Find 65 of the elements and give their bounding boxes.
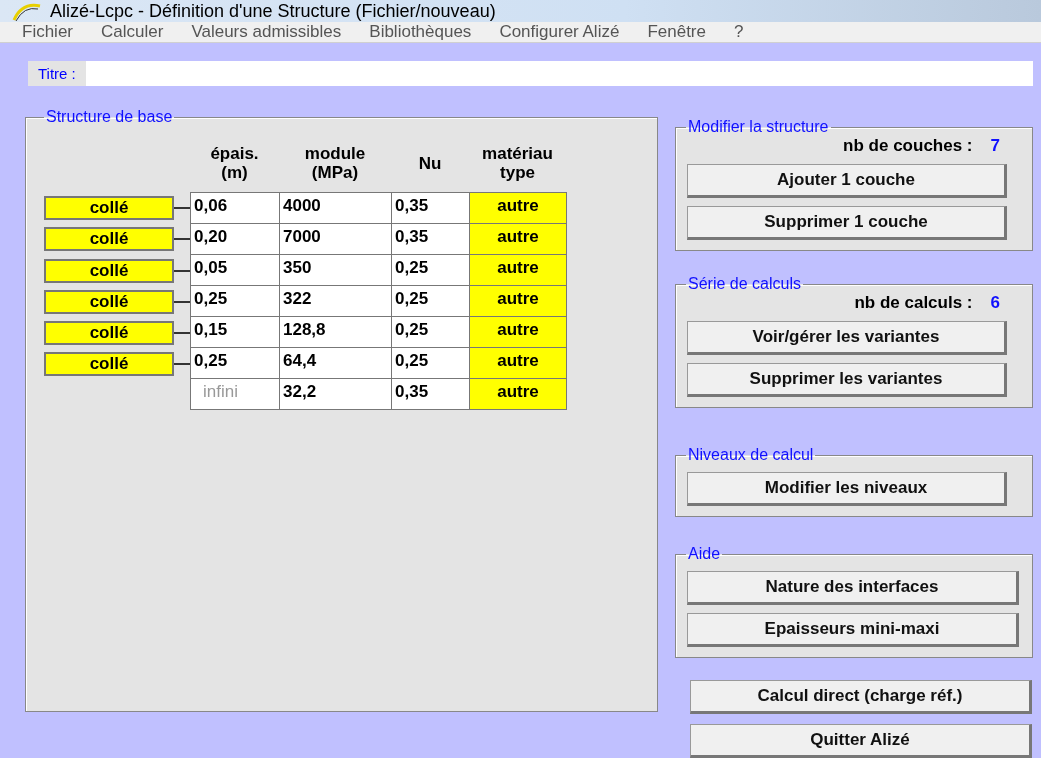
- material-button[interactable]: autre: [469, 192, 567, 224]
- thickness-cell[interactable]: 0,25: [190, 285, 280, 317]
- column-header: (MPa): [311, 163, 359, 182]
- column-header: module: [304, 144, 366, 163]
- action-button[interactable]: Voir/gérer les variantes: [687, 321, 1007, 355]
- action-button[interactable]: Modifier les niveaux: [687, 472, 1007, 506]
- nu-cell[interactable]: 0,35: [391, 223, 470, 255]
- panel-legend: Série de calculs: [686, 275, 803, 293]
- panel-legend: Niveaux de calcul: [686, 446, 816, 464]
- panel-legend: Aide: [686, 545, 723, 563]
- module-cell[interactable]: 322: [279, 285, 392, 317]
- action-button[interactable]: Ajouter 1 couche: [687, 164, 1007, 198]
- thickness-cell[interactable]: 0,06: [190, 192, 280, 224]
- action-button[interactable]: Supprimer 1 couche: [687, 206, 1007, 240]
- window-title: Alizé-Lcpc - Définition d'une Structure (Fichier/nouveau): [50, 0, 496, 22]
- menu-item[interactable]: Calculer: [101, 22, 164, 42]
- count-label: nb de calculs :: [854, 293, 973, 313]
- interface-button[interactable]: collé: [44, 258, 174, 283]
- module-cell[interactable]: 350: [279, 254, 392, 286]
- menu-item[interactable]: Fenêtre: [647, 22, 706, 42]
- material-button[interactable]: autre: [469, 285, 567, 317]
- module-cell[interactable]: 64,4: [279, 347, 392, 379]
- column-header: épais.: [210, 144, 259, 163]
- column-header: Nu: [418, 153, 442, 173]
- thickness-cell[interactable]: 0,25: [190, 347, 280, 379]
- nu-cell[interactable]: 0,25: [391, 347, 470, 379]
- title-label: Titre :: [28, 61, 86, 86]
- action-button[interactable]: Supprimer les variantes: [687, 363, 1007, 397]
- menu-item[interactable]: Valeurs admissibles: [191, 22, 342, 42]
- nu-cell[interactable]: 0,35: [391, 192, 470, 224]
- material-button[interactable]: autre: [469, 254, 567, 286]
- menu-item[interactable]: Fichier: [22, 22, 73, 42]
- module-cell[interactable]: 4000: [279, 192, 392, 224]
- panel-legend: Structure de base: [44, 108, 175, 126]
- action-button[interactable]: Nature des interfaces: [687, 571, 1019, 605]
- nu-cell[interactable]: 0,25: [391, 316, 470, 348]
- menu-item[interactable]: Bibliothèques: [369, 22, 472, 42]
- material-button[interactable]: autre: [469, 223, 567, 255]
- module-cell[interactable]: 128,8: [279, 316, 392, 348]
- interface-button[interactable]: collé: [44, 289, 174, 314]
- menu-item[interactable]: ?: [734, 22, 744, 42]
- count-value: 7: [990, 136, 1000, 156]
- nu-cell[interactable]: 0,25: [391, 254, 470, 286]
- action-button[interactable]: Quitter Alizé: [690, 724, 1032, 758]
- column-header: matériau: [482, 144, 553, 163]
- title-field[interactable]: [85, 61, 1033, 86]
- count-label: nb de couches :: [843, 136, 973, 156]
- interface-button[interactable]: collé: [44, 321, 174, 346]
- count-value: 6: [990, 293, 1000, 313]
- column-header: (m): [221, 163, 248, 182]
- interface-button[interactable]: collé: [44, 352, 174, 377]
- material-button[interactable]: autre: [469, 316, 567, 348]
- material-button[interactable]: autre: [469, 347, 567, 379]
- thickness-cell[interactable]: 0,20: [190, 223, 280, 255]
- thickness-cell[interactable]: 0,15: [190, 316, 280, 348]
- interface-button[interactable]: collé: [44, 227, 174, 252]
- panel-legend: Modifier la structure: [686, 118, 831, 136]
- nu-cell[interactable]: 0,25: [391, 285, 470, 317]
- menu-item[interactable]: Configurer Alizé: [499, 22, 620, 42]
- module-cell[interactable]: 7000: [279, 223, 392, 255]
- interface-button[interactable]: collé: [44, 196, 174, 220]
- action-button[interactable]: Epaisseurs mini-maxi: [687, 613, 1019, 647]
- action-button[interactable]: Calcul direct (charge réf.): [690, 680, 1032, 714]
- thickness-cell[interactable]: 0,05: [190, 254, 280, 286]
- column-header: type: [500, 163, 535, 182]
